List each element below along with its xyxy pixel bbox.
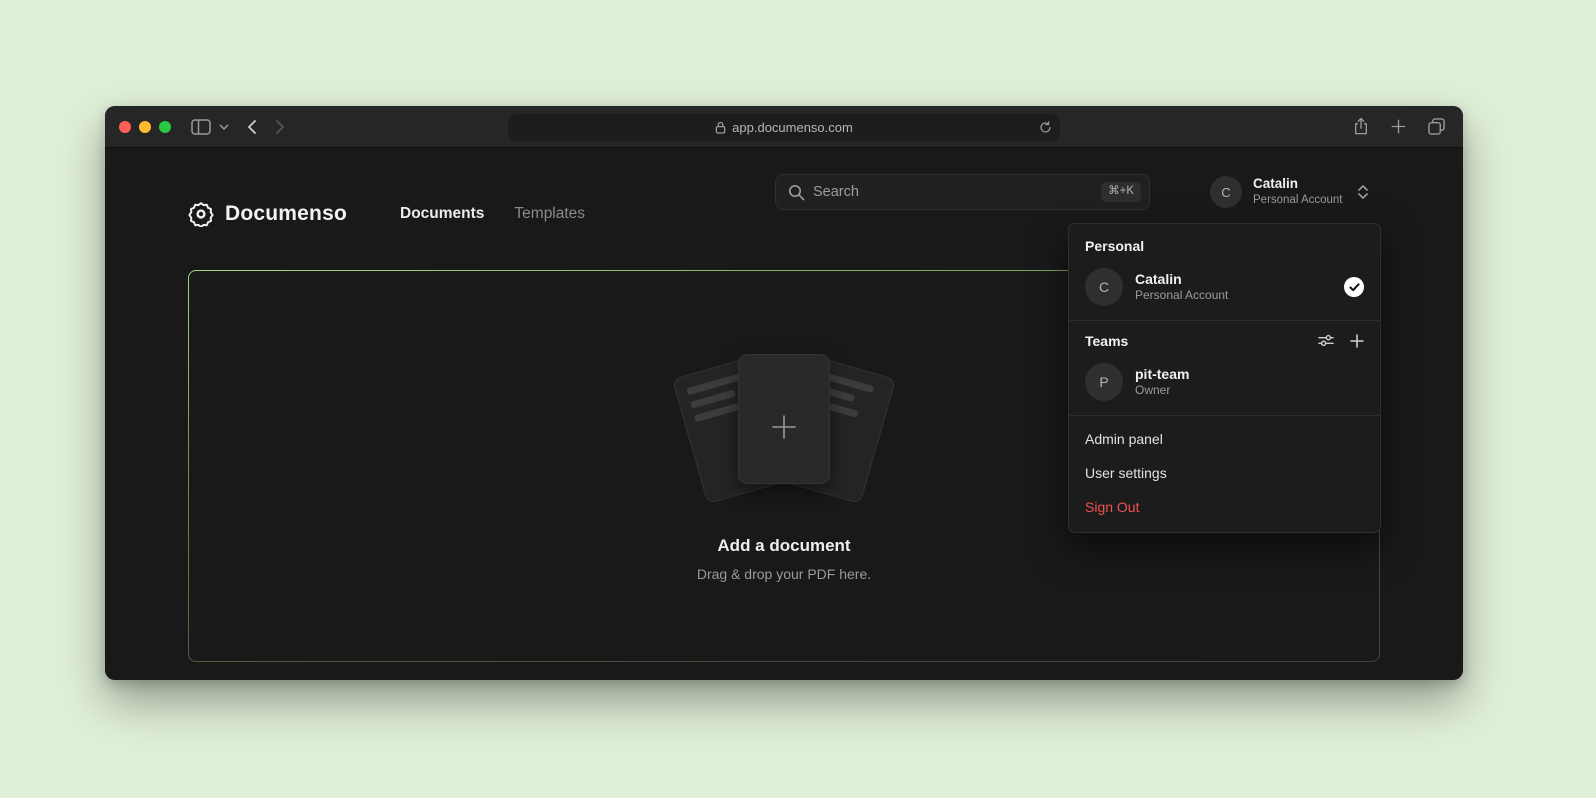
address-bar[interactable]: app.documenso.com <box>508 114 1060 141</box>
main-nav: Documents Templates <box>400 205 585 223</box>
search-shortcut-badge: ⌘+K <box>1101 182 1141 202</box>
teams-heading-label: Teams <box>1085 333 1128 349</box>
documenso-logo-icon <box>188 201 214 227</box>
team-avatar: P <box>1085 363 1123 401</box>
document-card-center <box>738 354 830 484</box>
account-subtitle: Personal Account <box>1253 193 1343 207</box>
traffic-lights <box>119 121 171 133</box>
brand-name: Documenso <box>225 202 347 226</box>
documenso-page: Documenso Documents Templates ⌘+K C Cata… <box>105 148 1463 679</box>
nav-documents[interactable]: Documents <box>400 205 484 223</box>
personal-account-name: Catalin <box>1135 270 1228 288</box>
menu-actions: Admin panel User settings Sign Out <box>1069 416 1380 532</box>
search-input[interactable] <box>813 184 1093 200</box>
personal-account-avatar: C <box>1085 268 1123 306</box>
personal-account-item[interactable]: C Catalin Personal Account <box>1069 264 1380 320</box>
team-item[interactable]: P pit-team Owner <box>1069 359 1380 415</box>
account-dropdown-menu: Personal C Catalin Personal Account Team… <box>1068 223 1381 533</box>
dropzone-title: Add a document <box>717 536 850 556</box>
nav-templates[interactable]: Templates <box>514 205 585 223</box>
url-text: app.documenso.com <box>732 120 853 135</box>
chevron-up-down-icon <box>1358 184 1368 200</box>
lock-icon <box>715 121 726 134</box>
tab-group-chevron-icon[interactable] <box>215 120 233 134</box>
refresh-icon[interactable] <box>1039 121 1052 134</box>
selected-check-icon <box>1344 277 1364 297</box>
personal-account-subtitle: Personal Account <box>1135 288 1228 304</box>
dropzone-subtitle: Drag & drop your PDF here. <box>697 566 871 582</box>
menu-item-sign-out[interactable]: Sign Out <box>1069 490 1380 524</box>
manage-teams-icon[interactable] <box>1318 334 1334 348</box>
search-icon <box>788 184 805 201</box>
brand[interactable]: Documenso <box>188 201 347 227</box>
browser-window: app.documenso.com <box>105 106 1463 680</box>
minimize-window-button[interactable] <box>139 121 151 133</box>
tab-overview-icon[interactable] <box>1424 114 1449 139</box>
back-button[interactable] <box>243 115 261 139</box>
share-icon[interactable] <box>1349 113 1373 140</box>
forward-button[interactable] <box>271 115 289 139</box>
teams-section-heading-row: Teams <box>1069 321 1380 359</box>
personal-section-heading: Personal <box>1069 224 1380 264</box>
sidebar-toggle-icon[interactable] <box>187 114 215 140</box>
menu-item-admin-panel[interactable]: Admin panel <box>1069 422 1380 456</box>
documents-illustration <box>674 350 894 506</box>
account-name: Catalin <box>1253 176 1343 193</box>
team-name: pit-team <box>1135 365 1189 383</box>
create-team-plus-icon[interactable] <box>1350 334 1364 348</box>
close-window-button[interactable] <box>119 121 131 133</box>
menu-item-user-settings[interactable]: User settings <box>1069 456 1380 490</box>
search-bar[interactable]: ⌘+K <box>775 174 1150 210</box>
add-document-plus-icon <box>769 412 799 442</box>
new-tab-icon[interactable] <box>1387 115 1410 138</box>
browser-toolbar: app.documenso.com <box>105 106 1463 148</box>
team-role: Owner <box>1135 383 1189 399</box>
account-avatar: C <box>1210 176 1242 208</box>
account-menu-trigger[interactable]: C Catalin Personal Account <box>1210 172 1368 212</box>
zoom-window-button[interactable] <box>159 121 171 133</box>
